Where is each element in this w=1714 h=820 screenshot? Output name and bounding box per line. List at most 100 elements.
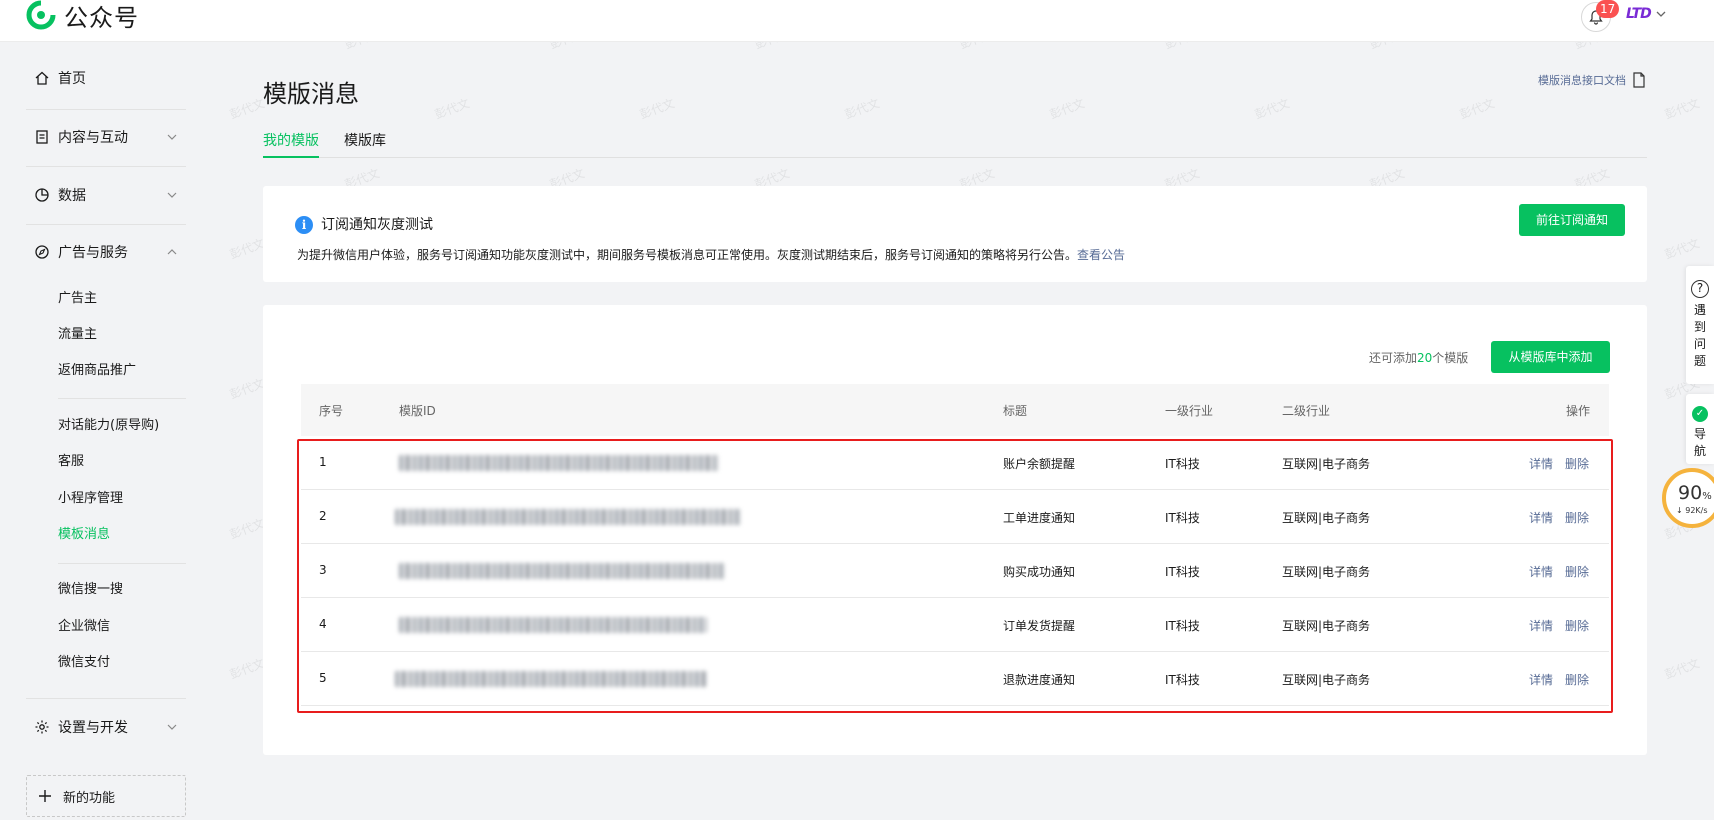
row-actions: 详情 删除 [1529,563,1601,580]
compass-icon [34,244,50,260]
account-name: LTD [1626,6,1652,22]
new-feature-label: 新的功能 [63,790,116,806]
sidebar-item-label: 首页 [58,71,86,87]
sidebar-item-home[interactable]: 首页 [26,58,186,98]
notice-title: 订阅通知灰度测试 [321,217,433,233]
table-row: 4 订单发货提醒 IT科技 互联网|电子商务 详情 删除 [301,598,1609,652]
speed-rate: ↓ 92K/s [1676,506,1708,515]
row-industry2: 互联网|电子商务 [1282,565,1371,579]
watermark-text: 彭代文 [1662,656,1702,682]
plus-icon [39,790,51,802]
sidebar-item-settings[interactable]: 设置与开发 [26,707,186,747]
row-index: 3 [319,563,327,577]
sidebar-item-content[interactable]: 内容与互动 [26,117,186,157]
row-actions: 详情 删除 [1529,455,1601,472]
delete-link[interactable]: 删除 [1565,619,1589,633]
speed-percent: 90% [1678,482,1712,504]
sidebar-subitem-template-message[interactable]: 模板消息 [58,523,110,547]
network-speed-widget[interactable]: 90% ↓ 92K/s [1662,468,1714,528]
gear-icon [34,719,50,735]
chevron-up-icon [167,249,177,255]
sidebar-subitem-advertiser[interactable]: 广告主 [58,287,97,311]
sidebar-subitem-wechat-pay[interactable]: 微信支付 [58,651,110,675]
column-header-industry1: 一级行业 [1165,404,1214,418]
detail-link[interactable]: 详情 [1529,619,1553,633]
row-title: 购买成功通知 [1003,565,1076,579]
column-header-title: 标题 [1003,404,1028,418]
chevron-down-icon [1656,11,1666,17]
logo[interactable]: 公众号 [26,0,139,32]
watermark-text: 彭代文 [842,96,882,122]
top-bar: 公众号 17 LTD [0,0,1714,42]
divider [26,698,186,699]
chevron-down-icon [167,724,177,730]
sidebar-subitem-traffic-owner[interactable]: 流量主 [58,323,97,347]
wechat-official-logo-icon [26,0,56,30]
detail-link[interactable]: 详情 [1529,673,1553,687]
chevron-down-icon [167,134,177,140]
delete-link[interactable]: 删除 [1565,511,1589,525]
detail-link[interactable]: 详情 [1529,565,1553,579]
row-industry1: IT科技 [1165,673,1200,687]
template-id-redacted [399,455,719,471]
chevron-down-icon [167,192,177,198]
new-feature-button[interactable]: 新的功能 [26,775,186,817]
sidebar-subitem-dialogue[interactable]: 对话能力(原导购) [58,414,159,438]
watermark-text: 彭代文 [1457,96,1497,122]
table-header: 序号 模版ID 标题 一级行业 二级行业 操作 [301,384,1609,436]
column-header-actions: 操作 [1566,404,1591,418]
template-table-card: 还可添加20个模版 从模版库中添加 序号 模版ID 标题 一级行业 二级行业 操… [263,305,1647,755]
help-float-button[interactable]: ? 遇到问题 [1686,266,1714,384]
detail-link[interactable]: 详情 [1529,511,1553,525]
question-icon: ? [1691,280,1709,298]
guide-float-button[interactable]: ✓ 导航 [1686,394,1714,464]
notice-card: i 订阅通知灰度测试 为提升微信用户体验，服务号订阅通知功能灰度测试中，期间服务… [263,186,1647,282]
table-row: 1 账户余额提醒 IT科技 互联网|电子商务 详情 删除 [301,436,1609,490]
sidebar-item-data[interactable]: 数据 [26,175,186,215]
sidebar-item-label: 广告与服务 [58,245,128,261]
sidebar-item-label: 设置与开发 [58,720,128,736]
row-index: 4 [319,617,327,631]
row-index: 1 [319,455,327,469]
template-id-redacted [399,563,725,579]
sidebar-subitem-wechat-search[interactable]: 微信搜一搜 [58,578,123,602]
watermark-text: 彭代文 [1047,96,1087,122]
delete-link[interactable]: 删除 [1565,673,1589,687]
sidebar-item-ads-services[interactable]: 广告与服务 [26,232,186,272]
table-row: 3 购买成功通知 IT科技 互联网|电子商务 详情 删除 [301,544,1609,598]
sidebar-subitem-customer-service[interactable]: 客服 [58,450,84,474]
watermark-text: 彭代文 [227,236,267,262]
tab-my-templates[interactable]: 我的模版 [263,130,319,158]
row-title: 工单进度通知 [1003,511,1076,525]
speed-rate-value: 92K/s [1685,506,1708,515]
watermark-text: 彭代文 [1252,96,1292,122]
remaining-prefix: 还可添加 [1369,351,1418,365]
check-icon: ✓ [1692,406,1708,422]
watermark-text: 彭代文 [432,96,472,122]
doc-link[interactable]: 模版消息接口文档 [1538,72,1646,88]
detail-link[interactable]: 详情 [1529,457,1553,471]
sidebar-subitem-rebate-promotion[interactable]: 返佣商品推广 [58,359,136,383]
template-id-redacted [399,617,707,633]
divider [58,563,186,564]
info-icon: i [295,216,313,234]
delete-link[interactable]: 删除 [1565,565,1589,579]
tab-template-library[interactable]: 模版库 [344,130,386,158]
sidebar-subitem-wecom[interactable]: 企业微信 [58,615,110,639]
remaining-count-text: 还可添加20个模版 [1369,349,1468,366]
table-row: 2 工单进度通知 IT科技 互联网|电子商务 详情 删除 [301,490,1609,544]
column-header-industry2: 二级行业 [1282,404,1331,418]
watermark-text: 彭代文 [227,96,267,122]
row-industry2: 互联网|电子商务 [1282,619,1371,633]
delete-link[interactable]: 删除 [1565,457,1589,471]
sidebar-subitem-miniprogram[interactable]: 小程序管理 [58,487,123,511]
document-icon [1633,72,1645,88]
account-menu[interactable]: LTD [1626,6,1667,22]
add-from-library-button[interactable]: 从模版库中添加 [1491,341,1610,373]
go-subscribe-button[interactable]: 前往订阅通知 [1519,204,1625,236]
logo-text: 公众号 [64,3,139,32]
view-announcement-link[interactable]: 查看公告 [1077,248,1125,262]
notification-badge: 17 [1596,0,1620,18]
sidebar: 首页 内容与互动 数据 广告与服务 广告主 流量主 返佣商品推广 对话能力(原导… [0,42,200,820]
divider [26,166,186,167]
